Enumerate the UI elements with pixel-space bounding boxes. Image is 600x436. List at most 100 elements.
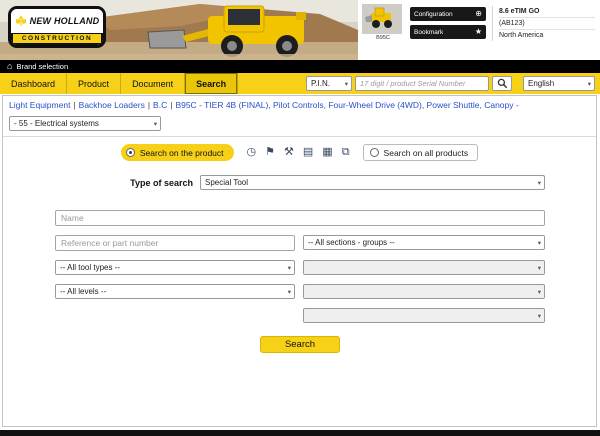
search-button[interactable]: Search: [260, 336, 340, 353]
search-on-product-option[interactable]: Search on the product: [120, 144, 234, 161]
star-icon: ★: [474, 27, 482, 36]
logo-title: NEW HOLLAND: [29, 16, 100, 26]
tool-types-value: -- All tool types --: [60, 263, 121, 272]
search-form: Type of search Special Tool ▾ -- All sec…: [55, 175, 545, 353]
app-region: North America: [499, 32, 544, 39]
newholland-logo: NEW HOLLAND CONSTRUCTION: [8, 6, 106, 48]
sections-groups-select[interactable]: -- All sections - groups -- ▾: [303, 235, 545, 250]
tab-dashboard[interactable]: Dashboard: [0, 73, 68, 94]
page: NEW HOLLAND CONSTRUCTION B95C Configurat…: [0, 0, 600, 436]
breadcrumb-link-series[interactable]: B.C: [153, 100, 167, 110]
breadcrumb-link-category[interactable]: Light Equipment: [9, 100, 70, 110]
tab-product[interactable]: Product: [67, 73, 122, 94]
tab-document[interactable]: Document: [121, 73, 186, 94]
app-version: 8.6 eTIM GO: [499, 6, 595, 18]
search-on-product-label: Search on the product: [139, 147, 224, 158]
chevron-down-icon: ▾: [537, 239, 541, 247]
name-row: [55, 208, 545, 226]
main-nav: Dashboard Product Document Search P.I.N.…: [0, 73, 600, 94]
breadcrumb-link-model[interactable]: B95C - TIER 4B (FINAL), Pilot Controls, …: [175, 100, 518, 110]
configuration-button-label: Configuration: [414, 10, 453, 18]
breadcrumb-link-family[interactable]: Backhoe Loaders: [79, 100, 145, 110]
product-thumbnail-caption: B95C: [376, 35, 390, 41]
tools-icon[interactable]: ⚒: [284, 147, 294, 158]
logo-subtitle: CONSTRUCTION: [13, 34, 101, 43]
breadcrumb-separator: |: [170, 100, 173, 110]
breadcrumb-separator: |: [147, 100, 151, 110]
chevron-down-icon: ▾: [344, 80, 348, 88]
pin-select-value: P.I.N.: [311, 79, 330, 88]
sections-groups-value: -- All sections - groups --: [308, 238, 395, 247]
reference-input[interactable]: [55, 235, 295, 251]
brand-selection-bar[interactable]: ⌂ Brand selection: [0, 60, 600, 73]
search-on-all-label: Search on all products: [383, 147, 469, 158]
breadcrumb-area: Light Equipment | Backhoe Loaders | B.C | B95C…: [3, 96, 596, 137]
content-panel: Light Equipment | Backhoe Loaders | B.C | B95C…: [2, 95, 597, 427]
subgroup-select-2[interactable]: ▾: [303, 284, 545, 299]
search-tool-icons: ◷ ⚑ ⚒ ▤ ▦ ⧉: [247, 147, 350, 158]
chevron-down-icon: ▾: [537, 264, 541, 272]
section-select[interactable]: - 55 - Electrical systems ▾: [9, 116, 161, 131]
flag-icon[interactable]: ⚑: [265, 147, 275, 158]
extra-row: ▾: [55, 308, 545, 323]
configuration-button[interactable]: Configuration ⊕: [410, 7, 486, 21]
logo-top: NEW HOLLAND: [11, 9, 103, 33]
search-on-all-option[interactable]: Search on all products: [362, 144, 479, 161]
serial-number-input[interactable]: [355, 76, 489, 91]
history-icon[interactable]: ◷: [247, 147, 257, 158]
product-thumbnail-wrap: B95C: [362, 4, 404, 41]
header: NEW HOLLAND CONSTRUCTION B95C Configurat…: [0, 0, 600, 60]
chevron-down-icon: ▾: [287, 288, 291, 296]
type-of-search-label: Type of search: [130, 177, 193, 188]
bookmark-button[interactable]: Bookmark ★: [410, 25, 486, 39]
home-icon: ⌂: [7, 61, 13, 71]
footer-bar: [0, 430, 600, 436]
app-info: 8.6 eTIM GO (AB123) North America: [492, 6, 595, 41]
table-icon[interactable]: ▦: [322, 147, 332, 158]
copy-icon[interactable]: ⧉: [342, 147, 350, 158]
type-of-search-row: Type of search Special Tool ▾: [55, 175, 545, 190]
levels-select[interactable]: -- All levels -- ▾: [55, 284, 295, 299]
chevron-down-icon: ▾: [537, 288, 541, 296]
search-icon: [497, 78, 507, 89]
type-of-search-select[interactable]: Special Tool ▾: [200, 175, 545, 190]
reference-sections-row: -- All sections - groups -- ▾: [55, 235, 545, 251]
subgroup-select-3[interactable]: ▾: [303, 308, 545, 323]
breadcrumb: Light Equipment | Backhoe Loaders | B.C | B95C…: [9, 100, 590, 111]
type-of-search-value: Special Tool: [205, 178, 248, 187]
breadcrumb-separator: |: [73, 100, 76, 110]
levels-row: -- All levels -- ▾ ▾: [55, 284, 545, 299]
header-buttons: Configuration ⊕ Bookmark ★: [410, 7, 486, 39]
app-code: (AB123): [499, 18, 595, 30]
tooltypes-row: -- All tool types -- ▾ ▾: [55, 260, 545, 275]
chevron-down-icon: ▾: [587, 80, 591, 88]
bookmark-button-label: Bookmark: [414, 28, 444, 36]
tool-types-select[interactable]: -- All tool types -- ▾: [55, 260, 295, 275]
subgroup-select-1[interactable]: ▾: [303, 260, 545, 275]
serial-search-button[interactable]: [492, 76, 512, 91]
search-on-all-radio[interactable]: [369, 148, 379, 157]
product-thumbnail-image: [363, 5, 401, 33]
logo-bottom: CONSTRUCTION: [11, 33, 103, 45]
header-right: B95C Configuration ⊕ Bookmark ★ 8.6 eTIM…: [358, 0, 600, 60]
newholland-leaf-icon: [15, 15, 26, 26]
tab-search[interactable]: Search: [185, 73, 239, 94]
search-on-product-radio[interactable]: [125, 148, 135, 157]
pin-select[interactable]: P.I.N. ▾: [306, 76, 352, 91]
document-icon[interactable]: ▤: [303, 147, 313, 158]
brand-selection-label: Brand selection: [16, 62, 69, 71]
search-scope-toolbar: Search on the product ◷ ⚑ ⚒ ▤ ▦ ⧉ Search…: [3, 144, 596, 161]
chevron-down-icon: ▾: [287, 264, 291, 272]
nav-controls: P.I.N. ▾ English ▾: [306, 73, 600, 94]
section-select-value: - 55 - Electrical systems: [14, 119, 99, 128]
product-thumbnail[interactable]: [362, 4, 402, 34]
name-input[interactable]: [55, 210, 545, 226]
chevron-down-icon: ▾: [537, 312, 541, 320]
chevron-down-icon: ▾: [537, 179, 541, 187]
chevron-down-icon: ▾: [153, 120, 157, 128]
language-select[interactable]: English ▾: [523, 76, 595, 91]
levels-value: -- All levels --: [60, 287, 107, 296]
language-select-value: English: [528, 79, 555, 88]
plus-circle-icon: ⊕: [475, 9, 482, 18]
